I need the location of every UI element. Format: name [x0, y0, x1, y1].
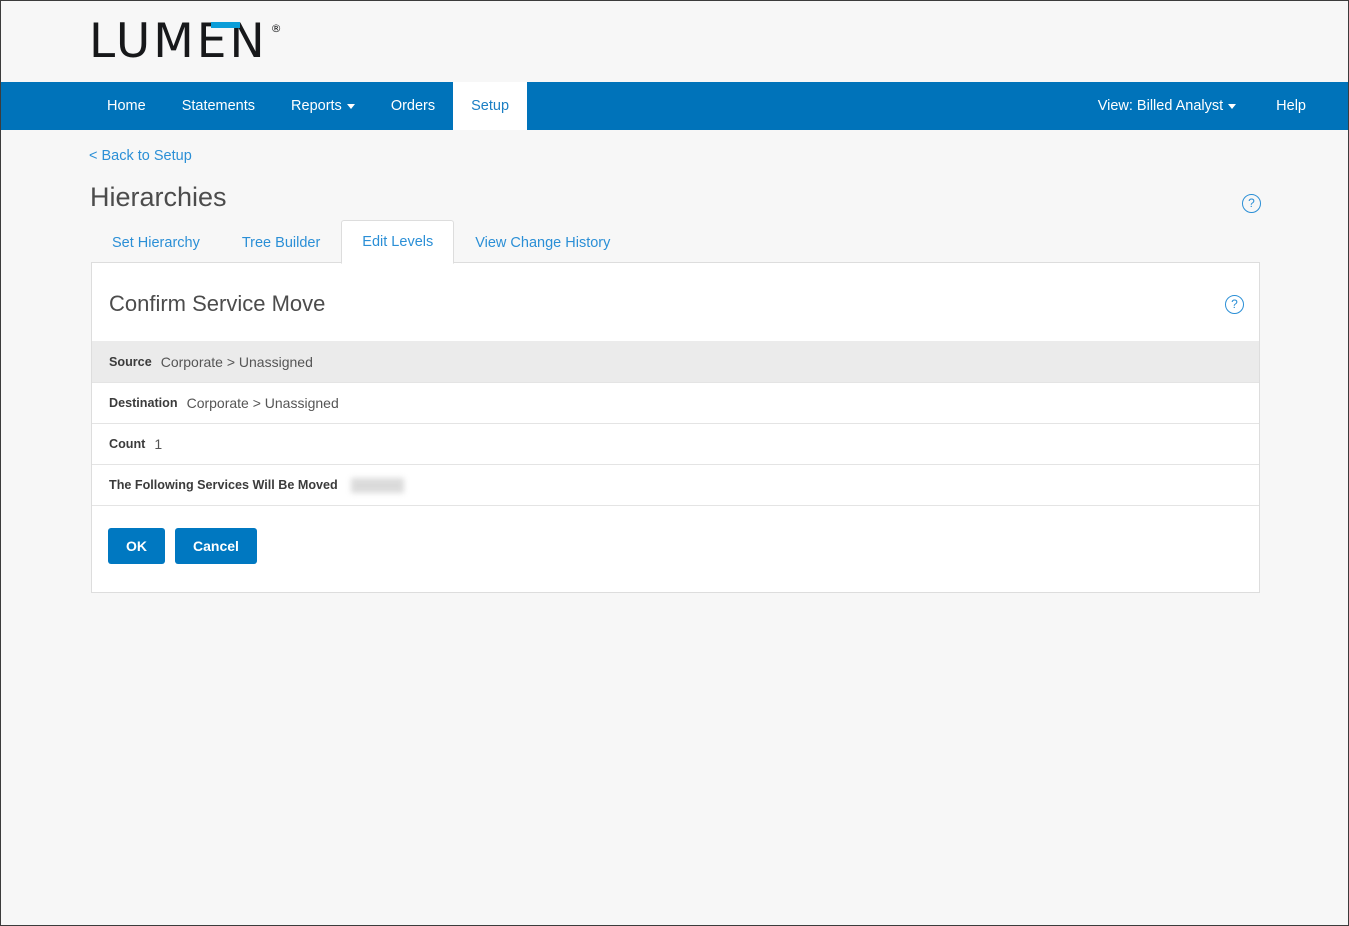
detail-value: Corporate > Unassigned: [160, 353, 313, 370]
tab-view-change-history[interactable]: View Change History: [454, 223, 631, 263]
detail-label: Count: [109, 437, 146, 451]
nav-item-setup[interactable]: Setup: [453, 82, 528, 130]
nav-item-label: Orders: [390, 98, 436, 114]
question-mark-icon: ?: [1225, 295, 1244, 314]
chevron-down-icon: [1228, 103, 1237, 109]
page-help-button[interactable]: ?: [1242, 194, 1261, 213]
ok-button[interactable]: OK: [108, 528, 165, 564]
cancel-button[interactable]: Cancel: [175, 528, 257, 564]
detail-value: 1: [154, 436, 163, 452]
confirm-service-move-panel: Confirm Service Move ? Source Corporate …: [91, 262, 1260, 593]
detail-label: Source: [109, 354, 152, 369]
detail-label: Destination: [109, 396, 178, 410]
detail-row-source: Source Corporate > Unassigned: [92, 341, 1259, 382]
panel-title: Confirm Service Move: [109, 291, 326, 316]
panel-help-button[interactable]: ?: [1225, 295, 1244, 314]
nav-item-label: Statements: [181, 98, 256, 114]
tab-tree-builder[interactable]: Tree Builder: [221, 223, 341, 263]
view-selector[interactable]: View: Billed Analyst: [1078, 82, 1256, 130]
nav-item-help[interactable]: Help: [1256, 82, 1326, 130]
registered-trademark-icon: ®: [270, 22, 282, 35]
redacted-service-value: [350, 477, 404, 493]
nav-item-orders[interactable]: Orders: [373, 82, 453, 130]
nav-items: Home Statements Reports Orders Setup: [89, 82, 528, 130]
brand-header: LUMEN ®: [1, 1, 1348, 82]
page-title: Hierarchies: [90, 182, 227, 212]
tab-label: Tree Builder: [241, 235, 321, 251]
primary-navigation: Home Statements Reports Orders Setup Vie…: [1, 82, 1348, 130]
question-mark-icon: ?: [1242, 194, 1261, 213]
view-selector-label: View: Billed Analyst: [1097, 98, 1224, 114]
nav-item-statements[interactable]: Statements: [164, 82, 273, 130]
logo-wordmark: LUMEN: [89, 14, 268, 69]
hierarchy-tabs: Set Hierarchy Tree Builder Edit Levels V…: [91, 220, 1259, 264]
tab-label: Edit Levels: [362, 234, 434, 250]
back-to-setup-link[interactable]: < Back to Setup: [89, 148, 192, 164]
lumen-logo: LUMEN ®: [89, 18, 282, 65]
nav-utility-items: View: Billed Analyst Help: [1078, 82, 1348, 130]
detail-label: The Following Services Will Be Moved: [109, 478, 338, 492]
tab-label: Set Hierarchy: [112, 235, 200, 251]
nav-item-label: Reports: [291, 98, 342, 114]
logo-accent-bar: [211, 22, 240, 28]
chevron-down-icon: [346, 103, 355, 109]
app-window: LUMEN ® Home Statements Reports Orders S…: [0, 0, 1349, 926]
panel-header: Confirm Service Move ?: [92, 263, 1259, 341]
detail-row-count: Count 1: [92, 423, 1259, 464]
nav-item-home[interactable]: Home: [89, 82, 164, 130]
nav-item-label: Help: [1276, 98, 1306, 114]
page-content: < Back to Setup Hierarchies ? Set Hierar…: [1, 130, 1348, 925]
detail-value: Corporate > Unassigned: [186, 395, 339, 411]
tab-set-hierarchy[interactable]: Set Hierarchy: [91, 223, 221, 263]
nav-item-reports[interactable]: Reports: [273, 82, 373, 130]
detail-row-services-to-move: The Following Services Will Be Moved: [92, 464, 1259, 505]
detail-row-destination: Destination Corporate > Unassigned: [92, 382, 1259, 423]
panel-actions: OK Cancel: [92, 505, 1259, 592]
tab-edit-levels[interactable]: Edit Levels: [341, 220, 455, 264]
nav-item-label: Home: [107, 98, 146, 114]
nav-item-label: Setup: [471, 98, 510, 114]
tab-label: View Change History: [475, 235, 611, 251]
